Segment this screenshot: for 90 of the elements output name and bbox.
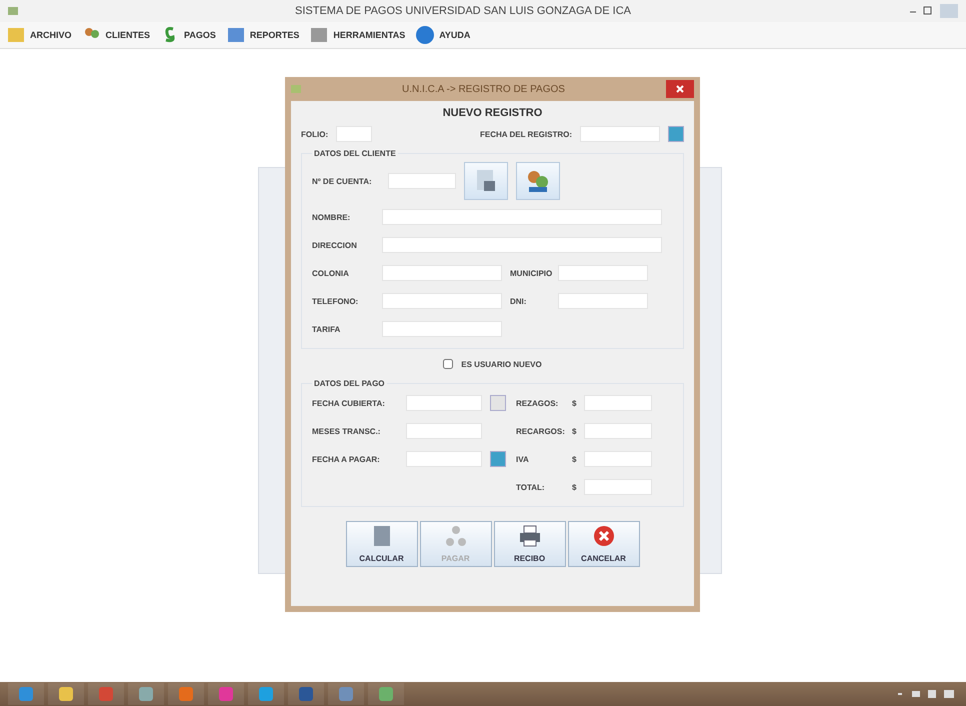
taskbar-button[interactable] bbox=[328, 683, 364, 705]
field-label: REZAGOS: bbox=[516, 398, 560, 408]
menu-item[interactable]: AYUDA bbox=[415, 25, 470, 45]
menu-item[interactable]: REPORTES bbox=[226, 25, 300, 45]
close-icon bbox=[676, 85, 684, 93]
action-button[interactable]: RECIBO bbox=[494, 521, 566, 567]
field-label: FECHA CUBIERTA: bbox=[312, 398, 386, 408]
app-icon bbox=[291, 85, 301, 93]
people-icon bbox=[526, 169, 550, 193]
calendar-button[interactable] bbox=[490, 451, 506, 467]
taskbar-button[interactable] bbox=[248, 683, 284, 705]
input-field[interactable] bbox=[336, 126, 372, 142]
app-icon bbox=[258, 686, 274, 702]
taskbar-button[interactable] bbox=[368, 683, 404, 705]
action-button[interactable]: CANCELAR bbox=[568, 521, 640, 567]
menu-item[interactable]: PAGOS bbox=[160, 25, 216, 45]
app-icon bbox=[138, 686, 154, 702]
currency-sign: $ bbox=[572, 454, 576, 464]
input-field[interactable] bbox=[558, 265, 648, 281]
field-label: TARIFA bbox=[312, 324, 342, 334]
input-field[interactable] bbox=[406, 395, 482, 411]
taskbar-button[interactable] bbox=[288, 683, 324, 705]
input-field[interactable] bbox=[382, 265, 502, 281]
calendar-button[interactable] bbox=[668, 126, 684, 142]
action-button[interactable]: CALCULAR bbox=[346, 521, 418, 567]
field-label: TOTAL: bbox=[516, 482, 546, 492]
field-label: IVA bbox=[516, 454, 530, 464]
form-heading: NUEVO REGISTRO bbox=[442, 107, 542, 119]
currency-sign: $ bbox=[572, 426, 576, 436]
menu-item[interactable]: ARCHIVO bbox=[6, 25, 72, 45]
app-icon bbox=[378, 686, 394, 702]
app-icon bbox=[178, 686, 194, 702]
input-field[interactable] bbox=[388, 173, 456, 189]
taskbar-button[interactable] bbox=[208, 683, 244, 705]
group-title: DATOS DEL CLIENTE bbox=[313, 149, 397, 158]
clients-button[interactable] bbox=[516, 162, 560, 200]
taskbar-button[interactable] bbox=[88, 683, 124, 705]
checkbox[interactable] bbox=[443, 359, 454, 369]
field-label: FECHA A PAGAR: bbox=[312, 454, 381, 464]
window-title: SISTEMA DE PAGOS UNIVERSIDAD SAN LUIS GONZAGA DE ICA bbox=[294, 5, 632, 17]
menu-item[interactable]: HERRAMIENTAS bbox=[309, 25, 406, 45]
taskbar-button[interactable] bbox=[128, 683, 164, 705]
field-label: FOLIO: bbox=[301, 130, 328, 138]
cancel-icon bbox=[592, 525, 614, 547]
taskbar-button[interactable] bbox=[168, 683, 204, 705]
document-icon bbox=[476, 169, 496, 193]
field-label: Nº DE CUENTA: bbox=[312, 176, 373, 186]
field-label: DIRECCION bbox=[312, 240, 358, 250]
app-icon bbox=[218, 686, 234, 702]
search-client-button[interactable] bbox=[464, 162, 508, 200]
input-field[interactable] bbox=[406, 423, 482, 439]
field-label: MUNICIPIO bbox=[510, 268, 550, 278]
window-controls-icon[interactable] bbox=[908, 4, 958, 18]
currency-sign: $ bbox=[572, 398, 576, 408]
menu-item[interactable]: CLIENTES bbox=[82, 25, 150, 45]
input-field[interactable] bbox=[584, 451, 652, 467]
taskbar-button[interactable] bbox=[48, 683, 84, 705]
printer-icon bbox=[518, 525, 540, 547]
field-label: DNI: bbox=[510, 296, 528, 306]
input-field[interactable] bbox=[584, 395, 652, 411]
app-icon bbox=[18, 686, 34, 702]
app-icon bbox=[338, 686, 354, 702]
input-field[interactable] bbox=[406, 451, 482, 467]
calendar-button[interactable] bbox=[490, 395, 506, 411]
input-field[interactable] bbox=[584, 423, 652, 439]
field-label: FECHA DEL REGISTRO: bbox=[480, 130, 572, 138]
field-label: RECARGOS: bbox=[516, 426, 564, 436]
app-icon bbox=[298, 686, 314, 702]
input-field[interactable] bbox=[382, 321, 502, 337]
input-field[interactable] bbox=[580, 126, 660, 142]
app-icon bbox=[58, 686, 74, 702]
field-label: MESES TRANSC.: bbox=[312, 426, 382, 436]
help-icon bbox=[415, 25, 436, 45]
input-field[interactable] bbox=[382, 293, 502, 309]
currency-sign: $ bbox=[572, 482, 576, 492]
field-label: NOMBRE: bbox=[312, 212, 352, 222]
checkbox-label: ES USUARIO NUEVO bbox=[461, 360, 542, 368]
group-title: DATOS DEL PAGO bbox=[313, 379, 386, 388]
input-field[interactable] bbox=[558, 293, 648, 309]
app-icon bbox=[8, 7, 18, 15]
app-icon bbox=[98, 686, 114, 702]
dialog-title: U.N.I.C.A -> REGISTRO DE PAGOS bbox=[401, 84, 566, 94]
taskbar-button[interactable] bbox=[8, 683, 44, 705]
input-field[interactable] bbox=[382, 237, 662, 253]
input-field[interactable] bbox=[382, 209, 662, 225]
input-field[interactable] bbox=[584, 479, 652, 495]
field-label: COLONIA bbox=[312, 268, 350, 278]
field-label: TELEFONO: bbox=[312, 296, 360, 306]
network-icon bbox=[446, 525, 466, 547]
close-button[interactable] bbox=[666, 80, 694, 98]
